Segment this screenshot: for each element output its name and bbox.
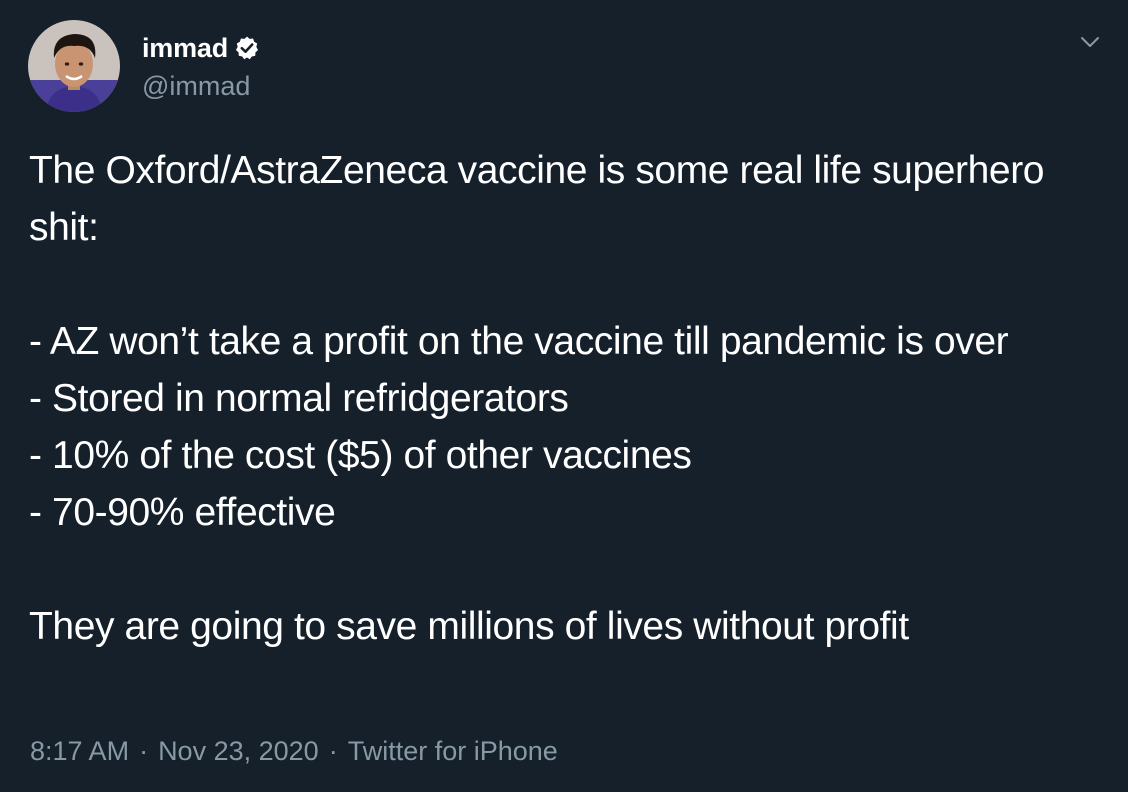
avatar[interactable] <box>28 20 120 112</box>
handle[interactable]: @immad <box>142 68 260 104</box>
author-names: immad @immad <box>142 28 260 104</box>
meta-separator: · <box>328 736 338 766</box>
avatar-image <box>28 20 120 112</box>
chevron-down-icon[interactable] <box>1078 30 1102 54</box>
tweet-time[interactable]: 8:17 AM <box>30 736 129 766</box>
tweet-meta: 8:17 AM · Nov 23, 2020 · Twitter for iPhone <box>30 736 558 767</box>
display-name[interactable]: immad <box>142 33 228 64</box>
tweet-source[interactable]: Twitter for iPhone <box>348 736 558 766</box>
verified-badge-icon <box>234 35 260 61</box>
tweet-header: immad @immad <box>28 18 260 114</box>
tweet-bullet: - 10% of the cost ($5) of other vaccines <box>29 434 692 477</box>
name-row: immad <box>142 28 260 68</box>
tweet-intro: The Oxford/AstraZeneca vaccine is some r… <box>29 149 1045 249</box>
tweet-bullet: - AZ won’t take a profit on the vaccine … <box>29 320 1009 363</box>
tweet-bullet: - 70-90% effective <box>29 491 336 534</box>
meta-separator: · <box>139 736 149 766</box>
tweet-date[interactable]: Nov 23, 2020 <box>158 736 319 766</box>
tweet-card: immad @immad The Oxford/AstraZeneca vacc… <box>0 0 1128 792</box>
tweet-bullet: - Stored in normal refridgerators <box>29 377 569 420</box>
tweet-text: The Oxford/AstraZeneca vaccine is some r… <box>29 142 1099 655</box>
tweet-closing: They are going to save millions of lives… <box>29 605 909 648</box>
